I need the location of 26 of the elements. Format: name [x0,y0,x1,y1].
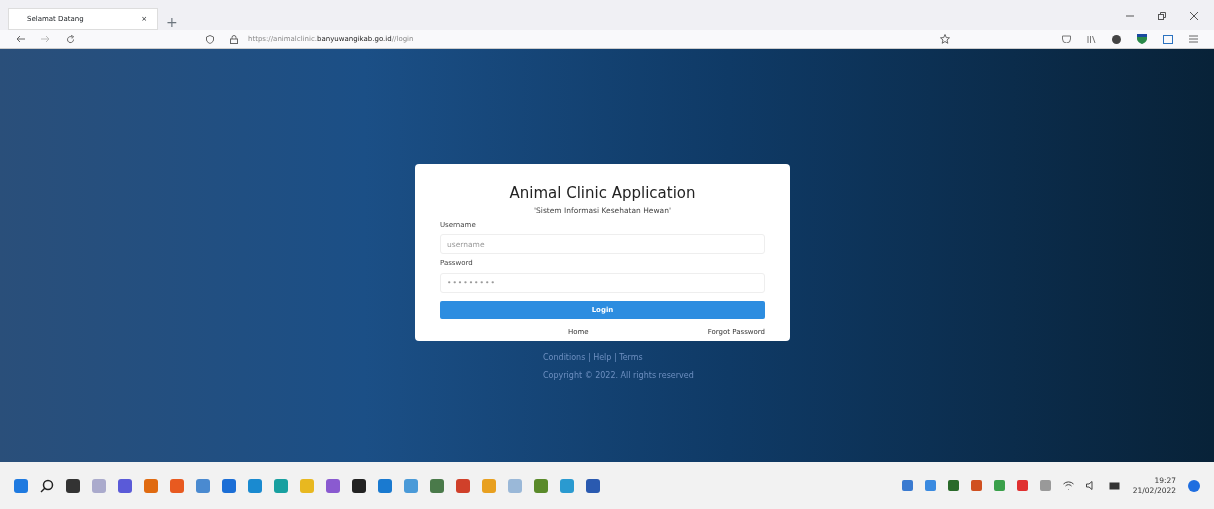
search-icon[interactable] [40,478,54,493]
tray-icon[interactable] [1039,480,1051,491]
close-icon[interactable] [1190,12,1198,20]
tray-icon[interactable] [924,480,936,491]
login-title: Animal Clinic Application [508,183,697,204]
app-icon[interactable] [66,478,80,493]
star-icon[interactable] [940,34,950,44]
tray-icon[interactable] [993,480,1005,491]
library-icon[interactable] [1087,34,1096,44]
restore-icon[interactable] [1158,12,1166,20]
back-icon[interactable] [16,35,25,43]
tray-icon[interactable] [970,480,982,491]
tray-icon[interactable] [901,480,913,491]
reload-icon[interactable] [66,34,75,44]
shield-extension-icon[interactable] [1137,34,1147,44]
menu-icon[interactable] [1189,35,1198,43]
lock-icon [230,34,238,44]
screenshot-icon[interactable] [1163,34,1173,44]
footer-links: Conditions | Help | Terms [543,352,644,364]
minimize-icon[interactable] [1126,12,1134,20]
shield-icon [206,34,214,44]
wifi-icon[interactable] [1062,481,1074,490]
tray-icon[interactable] [947,480,959,491]
tray-icon[interactable] [1016,480,1028,491]
copyright-text: Copyright © 2022. All rights reserved [543,370,694,382]
new-tab-button[interactable]: + [166,12,178,33]
